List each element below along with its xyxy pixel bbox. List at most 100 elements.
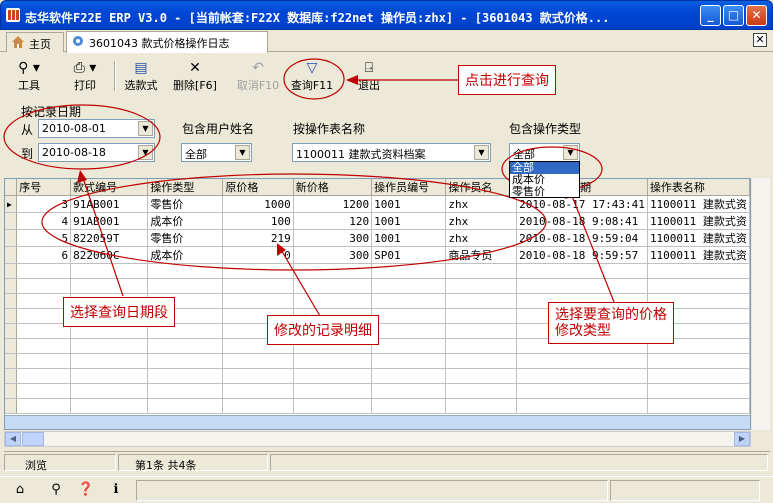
table-cell[interactable]: zhx [445,195,518,213]
table-cell[interactable]: 2010-08-18 9:59:04 [516,229,648,247]
help-icon[interactable]: ❓ [76,480,96,500]
current-row-indicator-icon[interactable]: ▶ [5,195,18,213]
table-cell[interactable]: 1001 [371,195,447,213]
table-cell[interactable]: zhx [445,212,518,230]
annotation-optype: 选择要查询的价格 修改类型 [548,302,674,344]
table-cell[interactable]: 成本价 [147,246,224,264]
table-cell[interactable]: 300 [293,229,373,247]
empty-cell [70,383,149,399]
tab-home[interactable]: 主页 [6,32,64,52]
table-cell[interactable]: 零售价 [147,229,224,247]
table-row[interactable]: 6 822060C 成本价 0 300 SP01 商品专员 2010-08-18 9:59:5… [5,246,750,264]
optype-filter-select[interactable]: 全部 ▼ [509,143,580,162]
empty-cell [647,383,750,399]
table-cell[interactable]: 1200 [293,195,373,213]
table-cell[interactable]: 2010-08-17 17:43:41 [516,195,648,213]
chevron-down-icon[interactable]: ▼ [474,145,489,160]
query-button[interactable]: ▽ 查询F11 [288,59,336,95]
table-cell[interactable]: 91AB001 [70,195,149,213]
row-indicator[interactable] [5,212,18,230]
search-icon[interactable]: ⚲ [46,480,66,500]
table-row[interactable]: ▶ 3 91AB001 零售价 1000 1200 1001 zhx 2010-08-17 17… [5,195,750,213]
table-cell[interactable]: 0 [222,246,294,264]
chevron-down-icon[interactable]: ▼ [138,121,153,136]
table-row[interactable]: 4 91AB001 成本价 100 120 1001 zhx 2010-08-18 9:08:… [5,212,750,230]
select-style-button[interactable]: ▤ 选款式 [120,59,162,95]
table-cell[interactable]: 822060C [70,246,149,264]
column-header[interactable]: 操作表名称 [647,179,750,196]
table-cell[interactable]: 1001 [371,229,447,247]
table-cell[interactable]: 2010-08-18 9:08:41 [516,212,648,230]
table-cell[interactable]: 91AB001 [70,212,149,230]
table-cell[interactable]: 1100011 建款式资 [647,246,750,264]
table-cell[interactable]: 1100011 建款式资 [647,229,750,247]
table-cell[interactable]: 6 [16,246,72,264]
row-indicator[interactable] [5,229,18,247]
table-cell[interactable]: 822059T [70,229,149,247]
from-date-input[interactable]: 2010-08-01 ▼ [38,119,155,138]
empty-cell [516,383,648,399]
cancel-button[interactable]: ↶ 取消F10 [234,59,282,95]
query-label: 查询F11 [290,79,334,92]
table-cell[interactable]: 300 [293,246,373,264]
print-button[interactable]: ⎙ ▾ 打印 [63,59,107,95]
table-cell[interactable]: 4 [16,212,72,230]
tools-button[interactable]: ⚲ ▾ 工具 [9,59,49,95]
delete-button[interactable]: ✕ 删除[F6] [169,59,221,95]
table-cell[interactable]: 3 [16,195,72,213]
table-cell[interactable]: SP01 [371,246,447,264]
table-cell[interactable]: 1001 [371,212,447,230]
table-filter-select[interactable]: 1100011 建款式资料档案 ▼ [292,143,491,162]
table-cell[interactable]: 219 [222,229,294,247]
chevron-down-icon[interactable]: ▼ [235,145,250,160]
chevron-down-icon[interactable]: ▼ [563,145,578,160]
scroll-thumb[interactable] [22,432,44,446]
table-cell[interactable]: zhx [445,229,518,247]
home-icon[interactable]: ⌂ [10,480,30,500]
printer-icon: ⎙ ▾ [73,60,97,76]
maximize-button[interactable]: □ [723,5,744,26]
column-header[interactable]: 款式编号 [70,179,149,196]
user-filter-select[interactable]: 全部 ▼ [181,143,252,162]
table-cell[interactable]: 5 [16,229,72,247]
chevron-down-icon[interactable]: ▼ [138,145,153,160]
horizontal-scrollbar[interactable]: ◀ ▶ [4,431,751,447]
table-cell[interactable]: 1100011 建款式资 [647,212,750,230]
optype-filter-value: 全部 [513,148,535,161]
info-icon[interactable]: ℹ [106,480,126,500]
tab-close-icon[interactable]: ✕ [753,33,767,47]
table-cell[interactable]: 100 [222,212,294,230]
scroll-right-icon[interactable]: ▶ [734,432,750,446]
row-indicator[interactable] [5,246,18,264]
column-header[interactable]: 操作类型 [147,179,224,196]
scroll-left-icon[interactable]: ◀ [5,432,21,446]
close-button[interactable]: ✕ [746,5,767,26]
empty-cell [647,278,750,294]
table-cell[interactable]: 零售价 [147,195,224,213]
status-bar: 浏览 第1条 共4条 [4,451,770,472]
minimize-button[interactable]: _ [700,5,721,26]
table-cell[interactable]: 商品专员 [445,246,518,264]
column-header[interactable]: 操作员编号 [371,179,447,196]
annotation-detail: 修改的记录明细 [267,315,379,345]
column-header[interactable]: 原价格 [222,179,294,196]
column-header[interactable]: 新价格 [293,179,373,196]
print-label: 打印 [74,79,96,92]
tab-price-log[interactable]: 3601043 款式价格操作日志 [66,31,268,53]
to-label: 到 [21,147,34,161]
column-header[interactable]: 序号 [16,179,72,196]
empty-cell [647,263,750,279]
empty-cell [371,323,447,339]
column-header[interactable]: 操作员名 [445,179,518,196]
empty-cell [222,368,294,384]
optype-option-retail[interactable]: 零售价 [510,186,579,198]
to-date-input[interactable]: 2010-08-18 ▼ [38,143,155,162]
table-cell[interactable]: 1100011 建款式资 [647,195,750,213]
empty-cell [445,383,518,399]
table-cell[interactable]: 成本价 [147,212,224,230]
table-cell[interactable]: 2010-08-18 9:59:57 [516,246,648,264]
table-cell[interactable]: 1000 [222,195,294,213]
exit-button[interactable]: ⍈ 退出 [354,59,384,95]
table-cell[interactable]: 120 [293,212,373,230]
table-row[interactable]: 5 822059T 零售价 219 300 1001 zhx 2010-08-18 9:59:… [5,229,750,247]
